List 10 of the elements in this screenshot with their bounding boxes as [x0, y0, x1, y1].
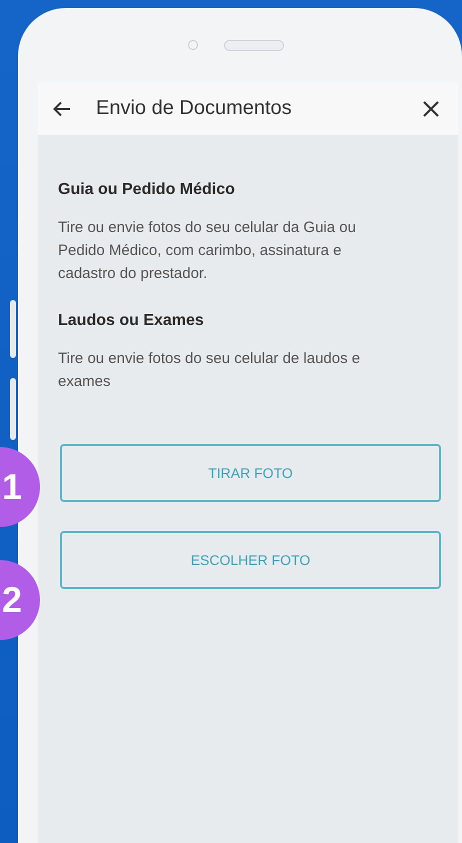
photo-button[interactable]: TIRAR FOTO [60, 444, 441, 502]
section-heading: Laudos ou Exames [58, 312, 205, 330]
screen-title: Envio de Documentos [96, 97, 293, 120]
close-icon[interactable] [422, 100, 440, 118]
speaker-icon [224, 40, 284, 50]
section-text: Tire ou envie fotos do seu celular de laudos e exames [58, 349, 362, 392]
section-text: Tire ou envie fotos do seu celular da Guia ou Pedido Médico, com carimbo, assinatura e cadastro do prestador. [58, 218, 357, 284]
photo-button[interactable]: ESCOLHER FOTO [60, 531, 441, 589]
camera-icon [188, 40, 198, 50]
section-heading: Guia ou Pedido Médico [58, 181, 236, 199]
